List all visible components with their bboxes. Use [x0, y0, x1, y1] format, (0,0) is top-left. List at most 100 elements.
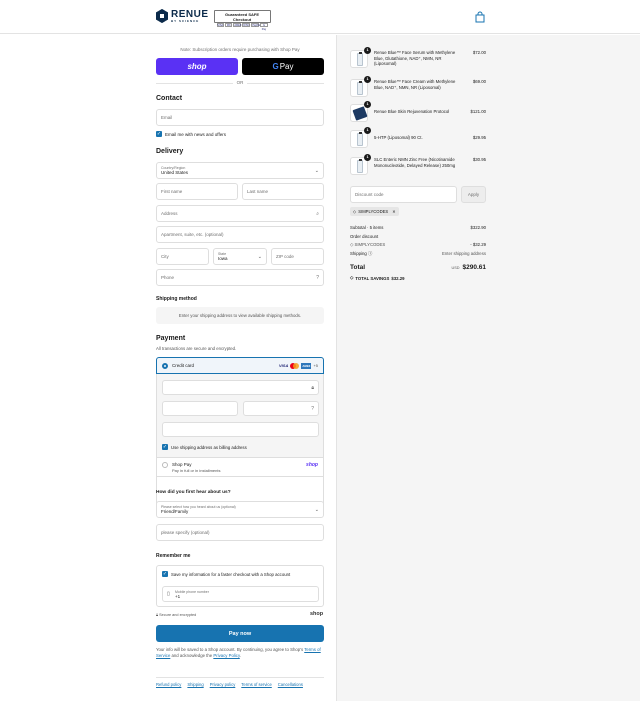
expiry-field[interactable] [162, 401, 238, 416]
footer-divider [156, 677, 324, 678]
shop-pay-option[interactable]: Shop Pay Pay in full or in installments … [156, 457, 324, 477]
card-number-field[interactable]: 🔒︎ [162, 380, 319, 395]
shop-pay-radio[interactable] [162, 462, 168, 468]
product-image: 1 [350, 76, 371, 97]
privacy-link[interactable]: Privacy Policy [213, 653, 239, 658]
header: RENUE BY SCIENCE Guaranteed SAFE Checkou… [0, 0, 640, 34]
delivery-heading: Delivery [156, 148, 184, 155]
apartment-placeholder: Apartment, suite, etc. (optional) [161, 232, 224, 237]
search-icon: ⌕ [316, 210, 319, 217]
phone-field[interactable]: Phone ? [156, 269, 324, 286]
google-pay-button[interactable]: G Pay [242, 58, 324, 75]
help-icon[interactable]: ? [311, 406, 314, 412]
specify-placeholder: please specify (optional) [161, 530, 210, 535]
phone-icon: ▯ [167, 591, 170, 597]
pay-now-button[interactable]: Pay now [156, 625, 324, 642]
footer-link-shipping[interactable]: Shipping [187, 682, 203, 687]
quantity-badge: 1 [364, 101, 371, 108]
help-icon[interactable]: ? [316, 275, 319, 281]
chevron-down-icon: ⌄ [257, 253, 262, 260]
city-placeholder: City [161, 254, 169, 259]
email-placeholder: Email [161, 115, 173, 120]
country-select[interactable]: Country/Region United States ⌄ [156, 162, 324, 179]
shopping-bag-icon[interactable] [475, 11, 485, 23]
save-info-option[interactable]: ✓ Save my information for a faster check… [162, 571, 290, 577]
remove-discount-icon[interactable]: ✕ [392, 209, 396, 214]
zip-field[interactable]: ZIP code [271, 248, 324, 265]
shop-pay-logo: shop [306, 462, 318, 468]
badge-card: AMEX [233, 22, 242, 27]
first-name-placeholder: First name [161, 189, 183, 194]
legal-and: and acknowledge the [170, 653, 214, 658]
payment-subtitle: All transactions are secure and encrypte… [156, 346, 237, 351]
footer-links: Refund policy Shipping Privacy policy Te… [156, 682, 324, 687]
chevron-down-icon: ⌄ [314, 167, 319, 174]
product-image: 1 [350, 127, 371, 148]
email-field[interactable]: Email [156, 109, 324, 126]
shipping-row: Shipping ⓘ Enter shipping address [350, 251, 486, 257]
first-name-field[interactable]: First name [156, 183, 238, 200]
specify-field[interactable]: please specify (optional) [156, 524, 324, 541]
lock-icon: 🔒︎ [311, 384, 314, 391]
billing-same-option[interactable]: ✓ Use shipping address as billing addres… [162, 444, 247, 450]
store-logo[interactable]: RENUE BY SCIENCE Guaranteed SAFE Checkou… [156, 9, 271, 31]
newsletter-label: Email me with news and offers [165, 131, 226, 137]
footer-link-terms[interactable]: Terms of service [241, 682, 271, 687]
heard-about-select[interactable]: Please select how you heard about us (op… [156, 501, 324, 518]
footer-link-refund[interactable]: Refund policy [156, 682, 181, 687]
total-value: $290.61 [462, 264, 487, 271]
credit-card-label: Credit card [172, 363, 195, 368]
address-placeholder: Address [161, 211, 178, 216]
last-name-field[interactable]: Last name [242, 183, 324, 200]
order-discount-label: Order discount [350, 234, 379, 239]
contact-heading: Contact [156, 95, 183, 102]
mobile-phone-field[interactable]: ▯ Mobile phone number +1 [162, 586, 319, 602]
state-select[interactable]: State Iowa ⌄ [213, 248, 267, 265]
gpay-label: Pay [279, 62, 294, 71]
apartment-field[interactable]: Apartment, suite, etc. (optional) [156, 226, 324, 243]
badge-card: VISA [216, 22, 225, 27]
legal-body: Your info will be saved to a Shop accoun… [156, 647, 304, 652]
help-icon[interactable]: ⓘ [368, 251, 372, 256]
product-name: Renue Blue Skin Rejuvenation Protocol [374, 109, 450, 114]
quantity-badge: 1 [364, 47, 371, 54]
shop-pay-button[interactable]: shop [156, 58, 238, 75]
credit-card-option[interactable]: Credit card VISA AMEX +5 [156, 357, 324, 374]
billing-same-checkbox[interactable]: ✓ [162, 444, 168, 450]
footer-link-cancellations[interactable]: Cancellations [278, 682, 303, 687]
total-label: Total [350, 264, 366, 271]
product-price: $29.95 [472, 135, 486, 140]
newsletter-option[interactable]: ✓ Email me with news and offers [156, 131, 226, 137]
product-price: $69.00 [472, 79, 486, 84]
last-name-placeholder: Last name [247, 189, 269, 194]
credit-card-radio[interactable] [162, 362, 168, 369]
quantity-badge: 1 [364, 154, 371, 161]
security-code-field[interactable]: ? [243, 401, 319, 416]
product-image: 1 [350, 47, 371, 68]
footer-link-privacy[interactable]: Privacy policy [210, 682, 236, 687]
badge-card: PayPal [251, 22, 261, 27]
shop-pay-sub: Pay in full or in installments [172, 468, 221, 473]
order-summary: 1 Renue Blue™ Face Serum with Methylene … [336, 35, 640, 701]
total-savings: ◇ TOTAL SAVINGS $32.29 [350, 275, 405, 281]
savings-tag-icon: ◇ [350, 275, 354, 280]
product-name: SLC Enteric NMN Zinc Free (Nicotinamide … [374, 157, 456, 168]
country-value: United States [161, 170, 189, 175]
total-row: Total USD $290.61 [350, 264, 486, 271]
name-on-card-field[interactable] [162, 422, 319, 437]
applied-code: SIMPLYCODES [358, 209, 389, 214]
badge-card: MC [225, 22, 233, 27]
google-g-icon: G [272, 62, 279, 71]
address-field[interactable]: Address ⌕ [156, 205, 324, 222]
newsletter-checkbox[interactable]: ✓ [156, 131, 162, 137]
cart-item: 1 Renue Blue Skin Rejuvenation Protocol … [350, 101, 486, 122]
shipping-heading: Shipping method [156, 296, 197, 302]
discount-code-row: ◇ SIMPLYCODES - $32.29 [350, 242, 486, 248]
product-image: 1 [350, 101, 371, 122]
discount-code-field[interactable]: Discount code [350, 186, 457, 203]
city-field[interactable]: City [156, 248, 209, 265]
apply-button[interactable]: Apply [461, 186, 486, 203]
product-name: 5-HTP (Liposomal) 90 Ct. [374, 135, 423, 140]
save-info-checkbox[interactable]: ✓ [162, 571, 168, 577]
lock-icon: 🔒︎ [156, 613, 159, 617]
